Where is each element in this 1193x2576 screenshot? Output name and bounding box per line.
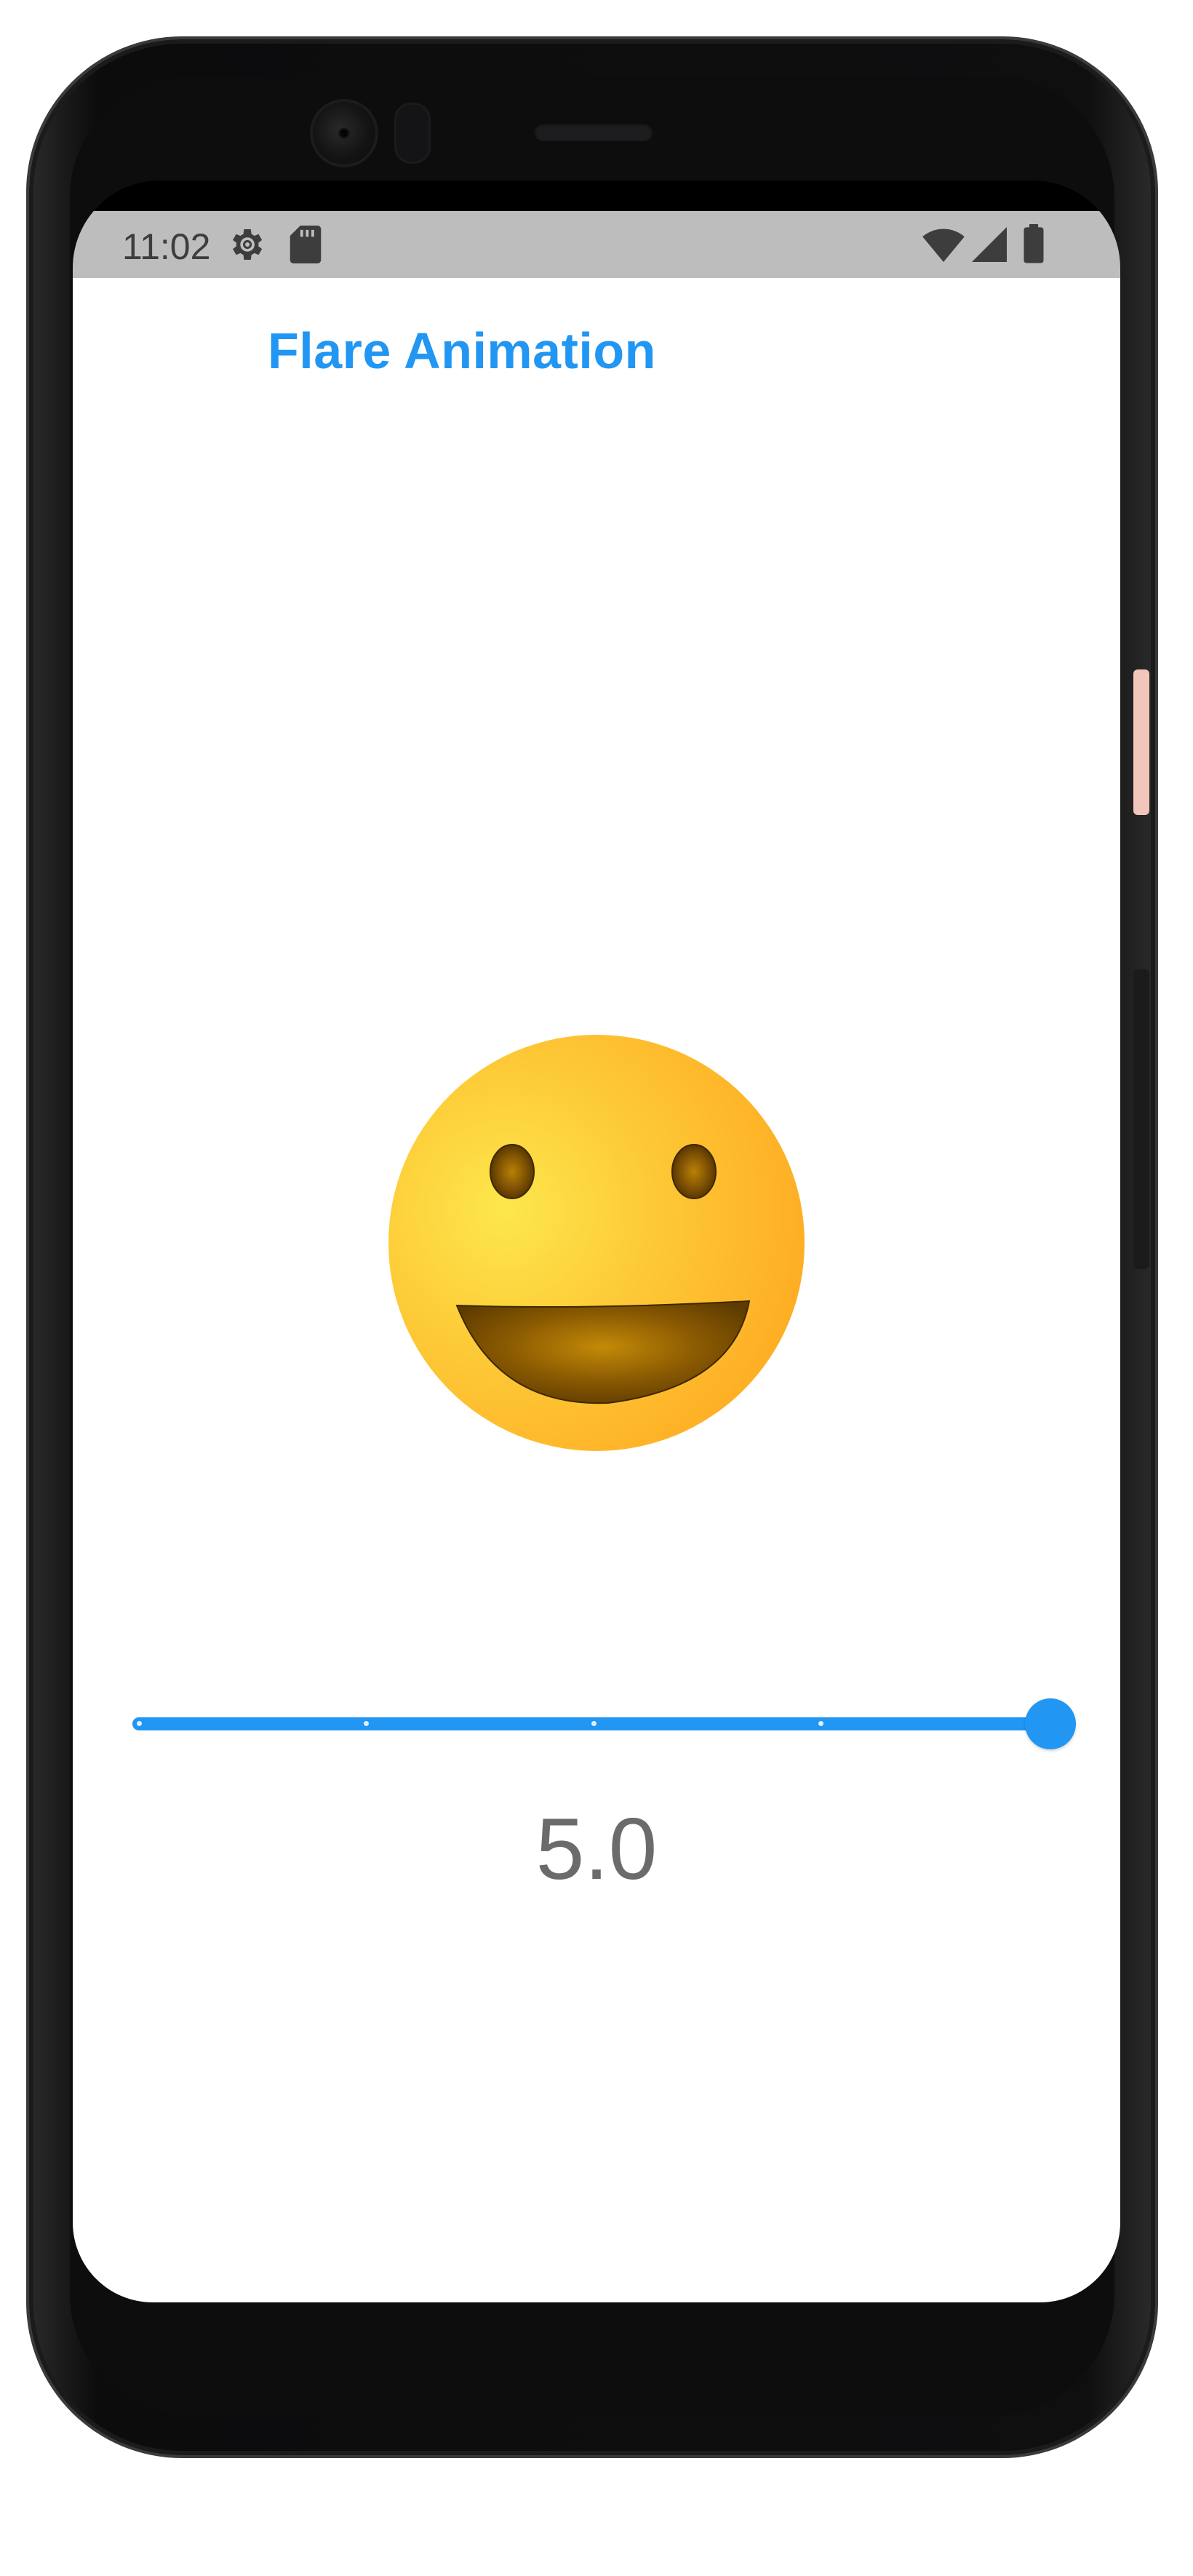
left-eye: [490, 1144, 535, 1199]
gear-icon: [226, 224, 266, 269]
page: 11:02 Flare Animation 5.0: [0, 0, 1193, 2576]
slider-tick: [137, 1721, 142, 1726]
device-screen: 11:02 Flare Animation 5.0: [73, 180, 1120, 2302]
status-time: 11:02: [122, 226, 211, 267]
volume-button[interactable]: [1133, 969, 1149, 1269]
power-button[interactable]: [1133, 669, 1149, 815]
smiley-face-icon: [388, 1035, 805, 1451]
flare-animation: [388, 1035, 805, 1451]
slider-tick: [818, 1721, 823, 1726]
wifi-icon: [922, 227, 965, 266]
slider-value-label: 5.0: [535, 1800, 658, 1898]
cell-signal-icon: [972, 227, 1007, 266]
slider-tick: [591, 1721, 596, 1726]
app-content: Flare Animation 5.0: [73, 278, 1120, 2302]
page-title: Flare Animation: [268, 322, 656, 379]
right-eye: [671, 1144, 717, 1199]
front-camera: [313, 102, 375, 164]
earpiece-speaker: [534, 122, 653, 141]
status-bar: 11:02: [73, 211, 1120, 278]
slider-thumb[interactable]: [1025, 1698, 1076, 1749]
proximity-sensor: [396, 105, 428, 162]
value-slider[interactable]: [132, 1687, 1085, 1760]
slider-tick: [364, 1721, 369, 1726]
sd-card-icon: [290, 226, 322, 267]
battery-icon: [1023, 224, 1045, 267]
